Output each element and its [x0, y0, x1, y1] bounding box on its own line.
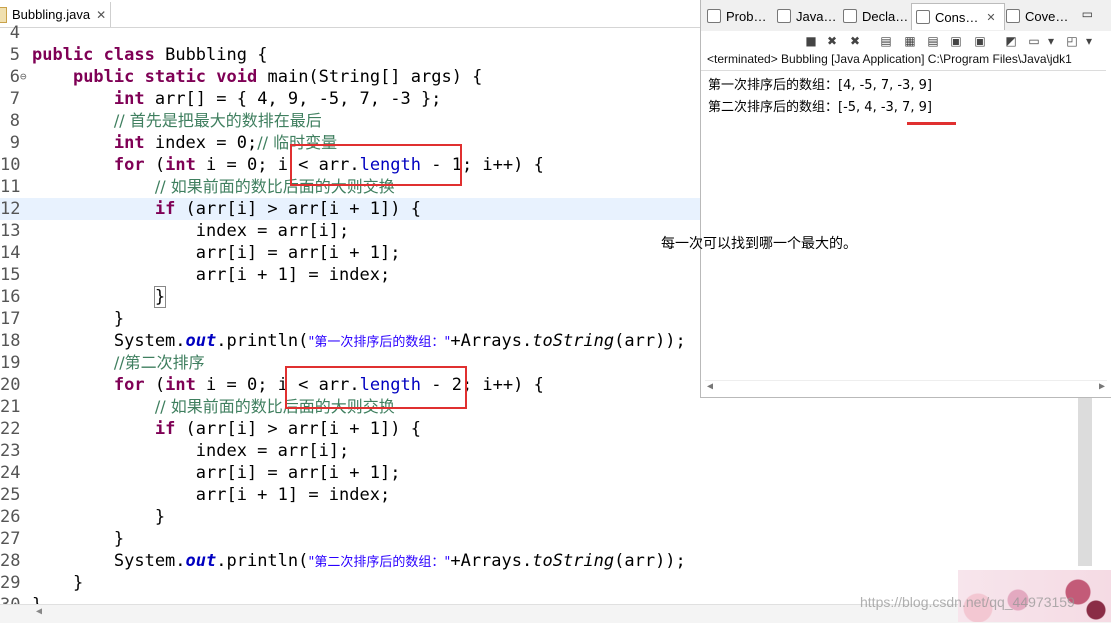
console-status: <terminated> Bubbling [Java Application]… [707, 52, 1072, 66]
console-toolbar: ■ ✖ ✖ ▤ ▦ ▤ ▣ ▣ ◩ ▭ ▾ ◰ ▾ [701, 31, 1111, 52]
code-line: 24 arr[i] = arr[i + 1]; [0, 463, 401, 483]
pin-console-icon[interactable]: ◩ [1004, 34, 1018, 48]
console-output-line: 第二次排序后的数组：[-5, 4, -3, 7, 9] [708, 100, 932, 115]
remove-launch-icon[interactable]: ✖ [825, 34, 839, 48]
tab-problems[interactable]: Prob… [707, 3, 766, 29]
code-area[interactable]: 4 5 public class Bubbling { 6 ⊖ public sta… [0, 23, 700, 622]
tab-coverage[interactable]: Cove… [1006, 3, 1068, 29]
scroll-left-icon[interactable]: ◀ [36, 606, 42, 617]
code-line: 14 arr[i] = arr[i + 1]; [0, 243, 401, 263]
highlight-box-length-2 [285, 366, 467, 409]
console-icon [916, 10, 930, 24]
code-line: 7 int arr[] = { 4, 9, -5, 7, -3 }; [9, 89, 442, 109]
minimize-icon[interactable]: ▭ [1082, 7, 1093, 21]
code-comment: // 首先是把最大的数排在最后 [113, 111, 322, 130]
console-horizontal-scrollbar[interactable]: ◀ ▶ [705, 380, 1107, 393]
code-line: 8 // 首先是把最大的数排在最后 [9, 111, 322, 131]
code-line: 18 System.out.println("第一次排序后的数组："+Array… [0, 331, 686, 351]
coverage-icon [1006, 9, 1020, 23]
show-on-stderr-icon[interactable]: ▣ [973, 34, 987, 48]
tab-console[interactable]: Cons… ✕ [911, 3, 1005, 30]
console-view[interactable]: Prob… Java… Decla… Cons… ✕ Cove… ▭ ■ ✖ ✖ … [700, 0, 1111, 398]
code-line: 13 index = arr[i]; [0, 221, 350, 241]
highlight-box-length-1 [290, 144, 462, 186]
code-line-current: 12 if (arr[i] > arr[i + 1]) { [0, 198, 700, 220]
code-line: 28 System.out.println("第二次排序后的数组："+Array… [0, 551, 686, 571]
tab-declaration[interactable]: Decla… [843, 3, 908, 29]
code-line: 16 } [0, 286, 167, 308]
highlight-underline [907, 122, 956, 125]
chevron-down-icon[interactable]: ▾ [1044, 34, 1058, 48]
code-line: 29 } [0, 573, 84, 593]
open-console-icon[interactable]: ◰ [1065, 34, 1079, 48]
scroll-left-icon[interactable]: ◀ [707, 381, 713, 392]
terminate-icon[interactable]: ■ [804, 34, 818, 48]
editor-tab-label: Bubbling.java [12, 7, 91, 22]
code-editor[interactable]: Bubbling.java ✕ 4 5 public class Bubbling… [0, 0, 700, 622]
code-line: 17 } [0, 309, 125, 329]
code-comment: //第二次排序 [113, 353, 205, 372]
code-line: 22 if (arr[i] > arr[i + 1]) { [0, 419, 421, 439]
code-line: 4 [9, 23, 20, 43]
show-on-stdout-icon[interactable]: ▣ [949, 34, 963, 48]
code-line: 26 } [0, 507, 166, 527]
annotation-note: 每一次可以找到哪一个最大的。 [661, 236, 857, 252]
display-console-icon[interactable]: ▭ [1027, 34, 1041, 48]
code-line: 6 ⊖ public static void main(String[] args… [9, 66, 483, 88]
code-line: 23 index = arr[i]; [0, 441, 350, 461]
chevron-down-icon[interactable]: ▾ [1082, 34, 1096, 48]
close-icon[interactable]: ✕ [96, 8, 106, 22]
remove-all-terminated-icon[interactable]: ✖ [848, 34, 862, 48]
scroll-lock-icon[interactable]: ▦ [903, 34, 917, 48]
code-string: "第一次排序后的数组：" [308, 335, 451, 350]
tab-javadoc[interactable]: Java… [777, 3, 836, 29]
scroll-right-icon[interactable]: ▶ [1099, 381, 1105, 392]
word-wrap-icon[interactable]: ▤ [926, 34, 940, 48]
code-string: "第二次排序后的数组：" [308, 555, 451, 570]
watermark: https://blog.csdn.net/qq_44973159 [860, 594, 1075, 610]
console-output[interactable]: 第一次排序后的数组：[4, -5, 7, -3, 9] 第二次排序后的数组：[-… [701, 70, 1106, 379]
code-line: 15 arr[i + 1] = index; [0, 265, 391, 285]
code-line: 5 public class Bubbling { [9, 45, 268, 65]
code-line: 27 } [0, 529, 125, 549]
fold-collapse-icon[interactable]: ⊖ [20, 66, 32, 88]
console-output-line: 第一次排序后的数组：[4, -5, 7, -3, 9] [708, 78, 932, 93]
editor-vertical-scrollbar[interactable] [1078, 398, 1092, 566]
console-tab-bar: Prob… Java… Decla… Cons… ✕ Cove… ▭ [701, 0, 1111, 32]
declaration-icon [843, 9, 857, 23]
java-file-icon [0, 6, 7, 23]
code-line: 25 arr[i + 1] = index; [0, 485, 391, 505]
problems-icon [707, 9, 721, 23]
clear-console-icon[interactable]: ▤ [879, 34, 893, 48]
close-icon[interactable]: ✕ [986, 11, 995, 24]
javadoc-icon [777, 9, 791, 23]
